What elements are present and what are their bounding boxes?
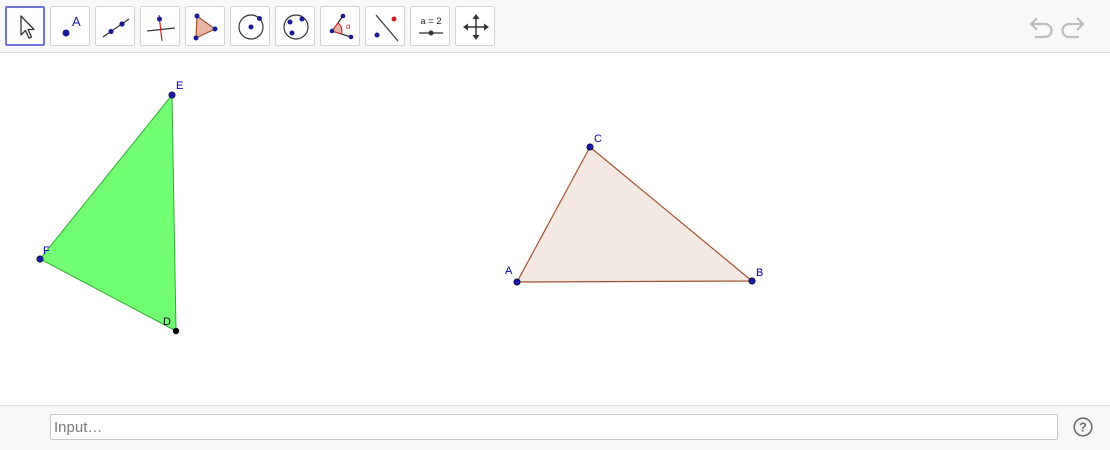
algebra-input-field[interactable] <box>50 414 1058 440</box>
slider-tool-glyph: a = 2 <box>420 16 441 27</box>
reflect-about-line-icon <box>374 14 399 42</box>
graphics-canvas[interactable]: E F D C A B <box>0 53 1110 405</box>
slider-icon: a = 2 <box>419 16 443 36</box>
geogebra-app: A α a = 2 E F D C A B Input… ? <box>0 0 1110 450</box>
perpendicular-line-tool[interactable] <box>140 6 180 46</box>
circle-three-points-icon <box>283 14 309 40</box>
help-circle-icon[interactable]: ? <box>1073 417 1093 437</box>
point-tool-glyph: A <box>72 14 81 29</box>
point-f-label: F <box>43 245 50 257</box>
angle-tool-glyph: α <box>346 22 351 31</box>
move-graphics-view-tool[interactable] <box>455 6 495 46</box>
point-b-label: B <box>756 267 763 279</box>
point-c[interactable] <box>586 143 594 151</box>
undo-icon[interactable] <box>1024 12 1054 42</box>
redo-icon[interactable] <box>1060 12 1090 42</box>
line-through-points-icon <box>102 18 130 38</box>
polygon-icon <box>193 13 218 41</box>
move-tool[interactable] <box>5 6 45 46</box>
angle-tool[interactable]: α <box>320 6 360 46</box>
polygon-tool[interactable] <box>185 6 225 46</box>
move-graphics-view-icon <box>463 14 489 40</box>
point-e-label: E <box>176 80 183 92</box>
point-icon: A <box>62 14 81 37</box>
angle-icon: α <box>329 13 354 40</box>
point-e[interactable] <box>168 91 176 99</box>
point-d[interactable] <box>172 327 180 335</box>
point-tool[interactable]: A <box>50 6 90 46</box>
point-b[interactable] <box>748 277 756 285</box>
toolbar: A α a = 2 <box>0 0 1110 53</box>
line-tool[interactable] <box>95 6 135 46</box>
reflect-tool[interactable] <box>365 6 405 46</box>
graphics-view[interactable]: E F D C A B <box>0 53 1110 405</box>
perpendicular-line-icon <box>146 14 176 42</box>
conic-tool[interactable] <box>275 6 315 46</box>
point-a[interactable] <box>513 278 521 286</box>
triangle-abc[interactable] <box>515 146 754 283</box>
point-c-label: C <box>594 133 602 145</box>
point-d-label: D <box>163 316 171 328</box>
circle-tool[interactable] <box>230 6 270 46</box>
slider-tool[interactable]: a = 2 <box>410 6 450 46</box>
help-glyph: ? <box>1079 421 1087 435</box>
triangle-def[interactable] <box>39 93 177 332</box>
circle-center-point-icon <box>238 14 264 40</box>
point-a-label: A <box>505 265 513 277</box>
arrow-pointer-icon <box>20 15 35 39</box>
algebra-input-bar: ? <box>0 405 1110 450</box>
